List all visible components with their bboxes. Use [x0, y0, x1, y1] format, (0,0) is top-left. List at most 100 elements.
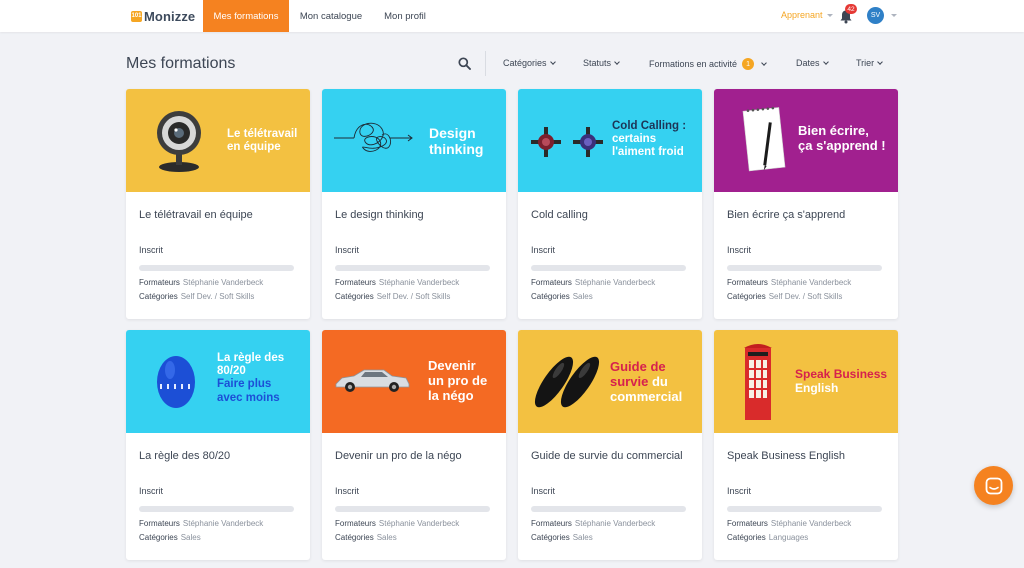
- course-banner: La règle des 80/20 Faire plus avec moins: [126, 330, 310, 433]
- progress-bar: [531, 265, 686, 271]
- course-title: Guide de survie du commercial: [531, 450, 683, 462]
- course-trainer: Formateurs Stéphanie Vanderbeck: [727, 519, 852, 528]
- notification-badge: 42: [845, 4, 857, 14]
- banner-title: Bien écrire, ça s'apprend !: [798, 123, 886, 153]
- sort-dropdown[interactable]: Trier: [856, 58, 884, 68]
- progress-bar: [139, 506, 294, 512]
- progress-bar: [531, 506, 686, 512]
- filter-active-trainings[interactable]: Formations en activité 1: [649, 58, 767, 70]
- banner-title: Le télétravail en équipe: [227, 128, 298, 154]
- count-badge: 1: [742, 58, 755, 70]
- role-selector[interactable]: Apprenant: [781, 10, 833, 20]
- tab-mon-profil[interactable]: Mon profil: [378, 0, 432, 32]
- course-status: Inscrit: [727, 486, 752, 496]
- course-trainer: Formateurs Stéphanie Vanderbeck: [335, 519, 460, 528]
- chevron-down-icon: [761, 59, 767, 66]
- course-title: Le télétravail en équipe: [139, 209, 253, 221]
- course-title: Cold calling: [531, 209, 588, 221]
- course-banner: Guide de survie du commercial: [518, 330, 702, 433]
- course-category: Catégories Languages: [727, 533, 809, 542]
- progress-bar: [727, 265, 882, 271]
- scribble-arrow-illustration: [334, 122, 413, 152]
- progress-bar: [139, 265, 294, 271]
- course-trainer: Formateurs Stéphanie Vanderbeck: [139, 278, 264, 287]
- course-status: Inscrit: [139, 486, 164, 496]
- course-banner: Speak Business English: [714, 330, 898, 433]
- phone-booth-illustration: [744, 344, 772, 420]
- course-title: Devenir un pro de la négo: [335, 450, 462, 462]
- course-card[interactable]: Design thinking Le design thinking Inscri…: [322, 89, 506, 319]
- filter-label: Formations en activité: [649, 59, 738, 69]
- top-navbar: 101 Monizze Mes formations Mon catalogue…: [0, 0, 1024, 32]
- logo-badge: 101: [131, 10, 142, 22]
- course-card[interactable]: La règle des 80/20 Faire plus avec moins La…: [126, 330, 310, 560]
- cufflinks-illustration: [531, 127, 603, 157]
- course-banner: Design thinking: [322, 89, 506, 192]
- tab-mes-formations[interactable]: Mes formations: [203, 0, 289, 32]
- tab-mon-catalogue[interactable]: Mon catalogue: [294, 0, 368, 32]
- filter-statuts[interactable]: Statuts: [583, 58, 620, 68]
- chevron-down-icon: [549, 58, 556, 65]
- course-status: Inscrit: [531, 486, 556, 496]
- course-card[interactable]: Guide de survie du commercial Guide de s…: [518, 330, 702, 560]
- banner-title: La règle des 80/20 Faire plus avec moins: [217, 352, 285, 404]
- avatar[interactable]: SV: [867, 7, 884, 24]
- course-category: Catégories Self Dev. / Soft Skills: [139, 292, 255, 301]
- banner-title: Cold Calling : certains l'aiment froid: [612, 120, 687, 159]
- shoes-illustration: [534, 356, 600, 408]
- course-title: Speak Business English: [727, 450, 846, 462]
- course-trainer: Formateurs Stéphanie Vanderbeck: [727, 278, 852, 287]
- chevron-down-icon: [822, 58, 829, 65]
- chevron-down-icon: [877, 58, 884, 65]
- filter-label: Trier: [856, 58, 875, 68]
- course-status: Inscrit: [335, 486, 360, 496]
- chat-icon: [985, 477, 1002, 494]
- course-category: Catégories Sales: [531, 292, 593, 301]
- filter-categories[interactable]: Catégories: [503, 58, 556, 68]
- course-title: La règle des 80/20: [139, 450, 231, 462]
- chat-launcher-button[interactable]: [974, 466, 1013, 505]
- course-card[interactable]: Bien écrire, ça s'apprend ! Bien écrire ç…: [714, 89, 898, 319]
- course-trainer: Formateurs Stéphanie Vanderbeck: [139, 519, 264, 528]
- brand-name: Monizze: [144, 8, 196, 24]
- progress-bar: [335, 506, 490, 512]
- filter-label: Catégories: [503, 58, 547, 68]
- course-trainer: Formateurs Stéphanie Vanderbeck: [531, 519, 656, 528]
- progress-bar: [335, 265, 490, 271]
- course-category: Catégories Sales: [335, 533, 397, 542]
- notepad-illustration: [742, 106, 786, 172]
- filter-dates[interactable]: Dates: [796, 58, 829, 68]
- course-category: Catégories Self Dev. / Soft Skills: [335, 292, 451, 301]
- chevron-down-icon: [826, 13, 833, 17]
- egg-timer-illustration: [157, 356, 195, 408]
- course-category: Catégories Sales: [139, 533, 201, 542]
- page-title: Mes formations: [126, 55, 236, 72]
- course-banner: Cold Calling : certains l'aiment froid: [518, 89, 702, 192]
- webcam-illustration: [157, 111, 201, 172]
- course-card[interactable]: Speak Business English Speak Business Eng…: [714, 330, 898, 560]
- filter-label: Dates: [796, 58, 820, 68]
- course-trainer: Formateurs Stéphanie Vanderbeck: [335, 278, 460, 287]
- role-label: Apprenant: [781, 10, 823, 20]
- banner-title: Guide de survie du commercial: [610, 359, 683, 404]
- banner-title: Devenir un pro de la négo: [428, 358, 488, 403]
- progress-bar: [727, 506, 882, 512]
- course-title: Le design thinking: [335, 209, 424, 221]
- course-status: Inscrit: [727, 245, 752, 255]
- divider: [485, 51, 486, 76]
- course-category: Catégories Sales: [531, 533, 593, 542]
- course-card[interactable]: Le télétravail en équipe Le télétravail e…: [126, 89, 310, 319]
- course-card[interactable]: Devenir un pro de la négo Devenir un pro d…: [322, 330, 506, 560]
- banner-title: Speak Business English: [795, 367, 888, 395]
- search-icon[interactable]: [458, 57, 471, 70]
- course-trainer: Formateurs Stéphanie Vanderbeck: [531, 278, 656, 287]
- car-illustration: [335, 369, 410, 392]
- banner-title: Design thinking: [429, 125, 484, 158]
- course-card[interactable]: Cold Calling : certains l'aiment froid Col…: [518, 89, 702, 319]
- course-banner: Bien écrire, ça s'apprend !: [714, 89, 898, 192]
- chevron-down-icon[interactable]: [891, 14, 897, 17]
- course-title: Bien écrire ça s'apprend: [727, 209, 846, 221]
- brand-logo[interactable]: 101 Monizze: [131, 8, 196, 24]
- chevron-down-icon: [614, 58, 620, 65]
- course-status: Inscrit: [531, 245, 556, 255]
